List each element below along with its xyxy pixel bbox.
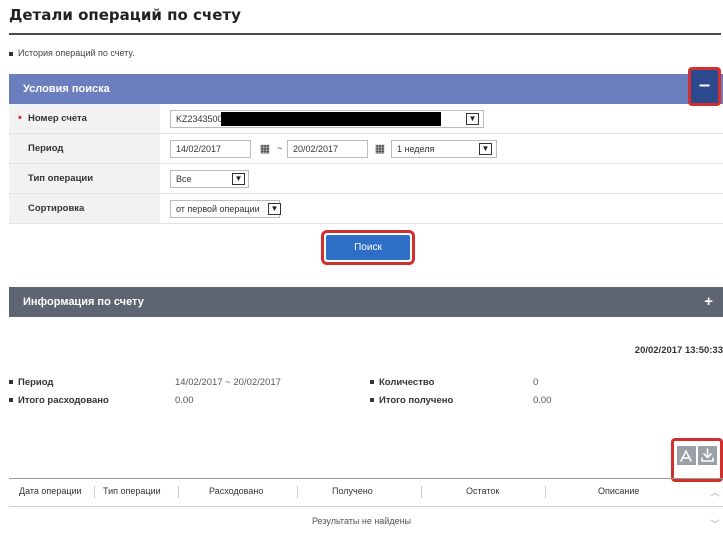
intro-label: История операций по счету. <box>18 48 135 58</box>
column-header-type: Тип операции <box>103 486 161 496</box>
column-separator <box>545 486 546 498</box>
column-header-date: Дата операции <box>19 486 82 496</box>
summary-period: Период <box>9 377 53 388</box>
sort-select[interactable]: от первой операции <box>170 200 280 218</box>
bullet <box>9 398 13 403</box>
date-to-input[interactable]: 20/02/2017 <box>287 140 368 158</box>
calendar-icon[interactable]: ▦ <box>373 142 387 156</box>
required-marker: • <box>18 112 22 124</box>
period-label: Период <box>9 134 160 163</box>
scroll-up-icon[interactable]: ︿ <box>710 484 720 499</box>
title-divider <box>9 33 721 35</box>
period-preset-value: 1 неделя <box>397 144 435 154</box>
chevron-down-icon[interactable]: ▼ <box>466 113 479 125</box>
search-button-label: Поиск <box>326 235 410 260</box>
column-header-received: Получено <box>332 486 373 496</box>
sort-value: от первой операции <box>176 204 260 214</box>
table-top-rule <box>9 478 723 479</box>
summary-count: Количество <box>370 377 434 388</box>
summary-period-value: 14/02/2017 ~ 20/02/2017 <box>175 377 281 388</box>
operation-type-value: Все <box>176 174 192 184</box>
summary-count-value: 0 <box>533 377 539 388</box>
chevron-down-icon[interactable]: ▼ <box>232 173 245 185</box>
chevron-down-icon[interactable]: ▼ <box>479 143 492 155</box>
date-from-input[interactable]: 14/02/2017 <box>170 140 251 158</box>
timestamp: 20/02/2017 13:50:33 <box>634 345 723 356</box>
summary-received-value: 0.00 <box>533 395 552 406</box>
summary-spent: Итого расходовано <box>9 395 109 406</box>
calendar-icon[interactable]: ▦ <box>258 142 272 156</box>
table-header-rule <box>9 506 723 507</box>
account-value: KZ2343500 <box>176 114 223 124</box>
collapse-search-button[interactable]: – <box>688 67 721 106</box>
bullet <box>370 398 374 403</box>
account-label: • Номер счета <box>9 104 160 133</box>
info-panel-title: Информация по счету <box>23 296 144 308</box>
empty-results-message: Результаты не найдены <box>311 516 412 526</box>
sort-label: Сортировка <box>9 194 160 223</box>
bullet <box>9 51 13 56</box>
account-label-text: Номер счета <box>28 113 87 124</box>
column-header-spent: Расходовано <box>209 486 264 496</box>
summary-period-label: Период <box>18 377 54 388</box>
chevron-down-icon[interactable]: ▼ <box>268 203 281 215</box>
operation-type-label: Тип операции <box>9 164 160 193</box>
operation-type-row: Тип операции Все ▼ <box>9 164 723 194</box>
account-row: • Номер счета KZ2343500 ▼ <box>9 104 723 134</box>
column-separator <box>94 486 95 498</box>
column-separator <box>421 486 422 498</box>
search-panel-header: Условия поиска <box>9 74 723 104</box>
period-row: Период 14/02/2017 ▦ ~ 20/02/2017 ▦ 1 нед… <box>9 134 723 164</box>
summary-count-label: Количество <box>379 377 435 388</box>
summary-spent-value: 0.00 <box>175 395 194 406</box>
sort-row: Сортировка от первой операции ▼ <box>9 194 723 224</box>
bullet <box>9 380 13 385</box>
page-title: Детали операций по счету <box>9 6 241 24</box>
date-separator: ~ <box>277 143 283 153</box>
download-icon[interactable] <box>698 446 717 465</box>
column-separator <box>178 486 179 498</box>
column-header-balance: Остаток <box>466 486 500 496</box>
scroll-down-icon[interactable]: ﹀ <box>710 516 720 531</box>
info-panel-header[interactable]: Информация по счету + <box>9 287 723 317</box>
summary-received-label: Итого получено <box>379 395 454 406</box>
search-button[interactable]: Поиск <box>321 230 415 265</box>
intro-text: История операций по счету. <box>9 48 135 58</box>
summary-received: Итого получено <box>370 395 453 406</box>
bullet <box>370 380 374 385</box>
search-panel-title: Условия поиска <box>23 83 110 95</box>
summary-spent-label: Итого расходовано <box>18 395 109 406</box>
export-tools <box>671 438 723 482</box>
expand-icon[interactable]: + <box>704 287 713 317</box>
redacted-block <box>221 112 441 126</box>
column-separator <box>297 486 298 498</box>
pdf-icon[interactable] <box>677 446 696 465</box>
column-header-description: Описание <box>598 486 640 496</box>
